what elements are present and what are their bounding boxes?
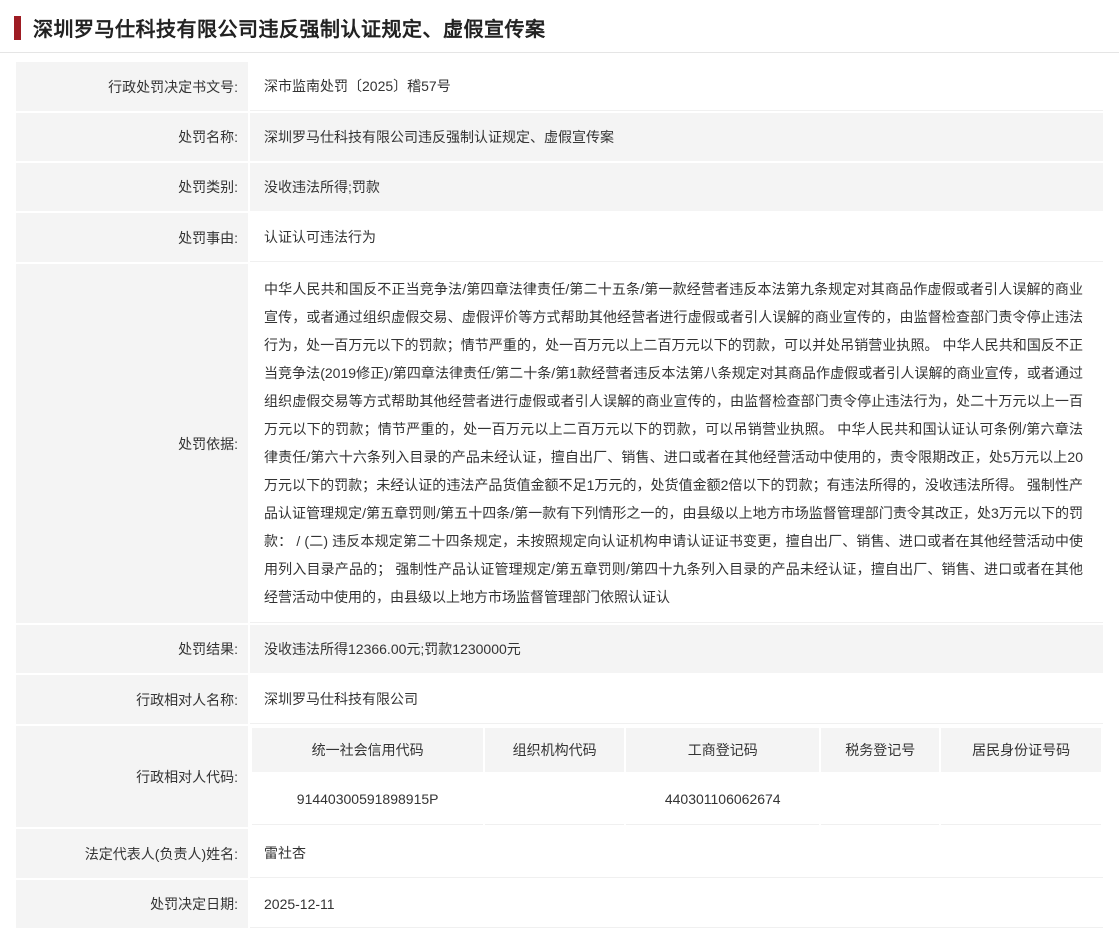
table-row-penalty-category: 处罚类别: 没收违法所得;罚款 xyxy=(16,163,1103,211)
row-label: 处罚结果: xyxy=(16,625,248,673)
code-column-header: 组织机构代码 xyxy=(485,728,624,772)
codes-header-row: 统一社会信用代码 组织机构代码 工商登记码 税务登记号 居民身份证号码 xyxy=(252,728,1101,772)
table-row-document-number: 行政处罚决定书文号: 深市监南处罚〔2025〕稽57号 xyxy=(16,62,1103,111)
row-value: 深圳罗马仕科技有限公司 xyxy=(250,675,1103,724)
row-value: 2025-12-11 xyxy=(250,880,1103,928)
table-row-penalty-result: 处罚结果: 没收违法所得12366.00元;罚款1230000元 xyxy=(16,625,1103,673)
page-title: 深圳罗马仕科技有限公司违反强制认证规定、虚假宣传案 xyxy=(33,13,546,42)
row-value: 深圳罗马仕科技有限公司违反强制认证规定、虚假宣传案 xyxy=(250,113,1103,161)
code-value: 91440300591898915P xyxy=(252,774,483,825)
penalty-detail-section: 行政处罚决定书文号: 深市监南处罚〔2025〕稽57号 处罚名称: 深圳罗马仕科… xyxy=(0,53,1119,930)
code-value xyxy=(485,774,624,825)
row-label: 处罚名称: xyxy=(16,113,248,161)
code-column-header: 居民身份证号码 xyxy=(941,728,1101,772)
row-label: 行政相对人名称: xyxy=(16,675,248,724)
penalty-table: 行政处罚决定书文号: 深市监南处罚〔2025〕稽57号 处罚名称: 深圳罗马仕科… xyxy=(14,60,1105,930)
row-label: 处罚依据: xyxy=(16,264,248,623)
row-label: 处罚类别: xyxy=(16,163,248,211)
row-label: 行政相对人代码: xyxy=(16,726,248,827)
table-row-legal-representative: 法定代表人(负责人)姓名: 雷社杏 xyxy=(16,829,1103,878)
row-label: 处罚决定日期: xyxy=(16,880,248,928)
code-column-header: 工商登记码 xyxy=(626,728,819,772)
party-codes-table: 统一社会信用代码 组织机构代码 工商登记码 税务登记号 居民身份证号码 9144… xyxy=(250,726,1103,827)
table-row-penalty-basis: 处罚依据: 中华人民共和国反不正当竞争法/第四章法律责任/第二十五条/第一款经营… xyxy=(16,264,1103,623)
row-value: 没收违法所得;罚款 xyxy=(250,163,1103,211)
page-header: 深圳罗马仕科技有限公司违反强制认证规定、虚假宣传案 xyxy=(0,0,1119,52)
row-value: 深市监南处罚〔2025〕稽57号 xyxy=(250,62,1103,111)
penalty-detail-page: 深圳罗马仕科技有限公司违反强制认证规定、虚假宣传案 行政处罚决定书文号: 深市监… xyxy=(0,0,1119,930)
table-row-decision-date: 处罚决定日期: 2025-12-11 xyxy=(16,880,1103,928)
row-label: 行政处罚决定书文号: xyxy=(16,62,248,111)
row-value: 认证认可违法行为 xyxy=(250,213,1103,262)
row-value: 没收违法所得12366.00元;罚款1230000元 xyxy=(250,625,1103,673)
code-value: 440301106062674 xyxy=(626,774,819,825)
title-accent-bar xyxy=(14,16,21,40)
table-row-penalty-reason: 处罚事由: 认证认可违法行为 xyxy=(16,213,1103,262)
table-row-penalty-name: 处罚名称: 深圳罗马仕科技有限公司违反强制认证规定、虚假宣传案 xyxy=(16,113,1103,161)
code-value xyxy=(941,774,1101,825)
code-value xyxy=(821,774,939,825)
row-value: 雷社杏 xyxy=(250,829,1103,878)
code-column-header: 统一社会信用代码 xyxy=(252,728,483,772)
row-label: 法定代表人(负责人)姓名: xyxy=(16,829,248,878)
table-row-party-codes: 行政相对人代码: 统一社会信用代码 组织机构代码 xyxy=(16,726,1103,827)
row-value: 中华人民共和国反不正当竞争法/第四章法律责任/第二十五条/第一款经营者违反本法第… xyxy=(250,264,1103,623)
party-codes-cell: 统一社会信用代码 组织机构代码 工商登记码 税务登记号 居民身份证号码 9144… xyxy=(250,726,1103,827)
codes-value-row: 91440300591898915P 440301106062674 xyxy=(252,774,1101,825)
row-label: 处罚事由: xyxy=(16,213,248,262)
table-row-party-name: 行政相对人名称: 深圳罗马仕科技有限公司 xyxy=(16,675,1103,724)
code-column-header: 税务登记号 xyxy=(821,728,939,772)
